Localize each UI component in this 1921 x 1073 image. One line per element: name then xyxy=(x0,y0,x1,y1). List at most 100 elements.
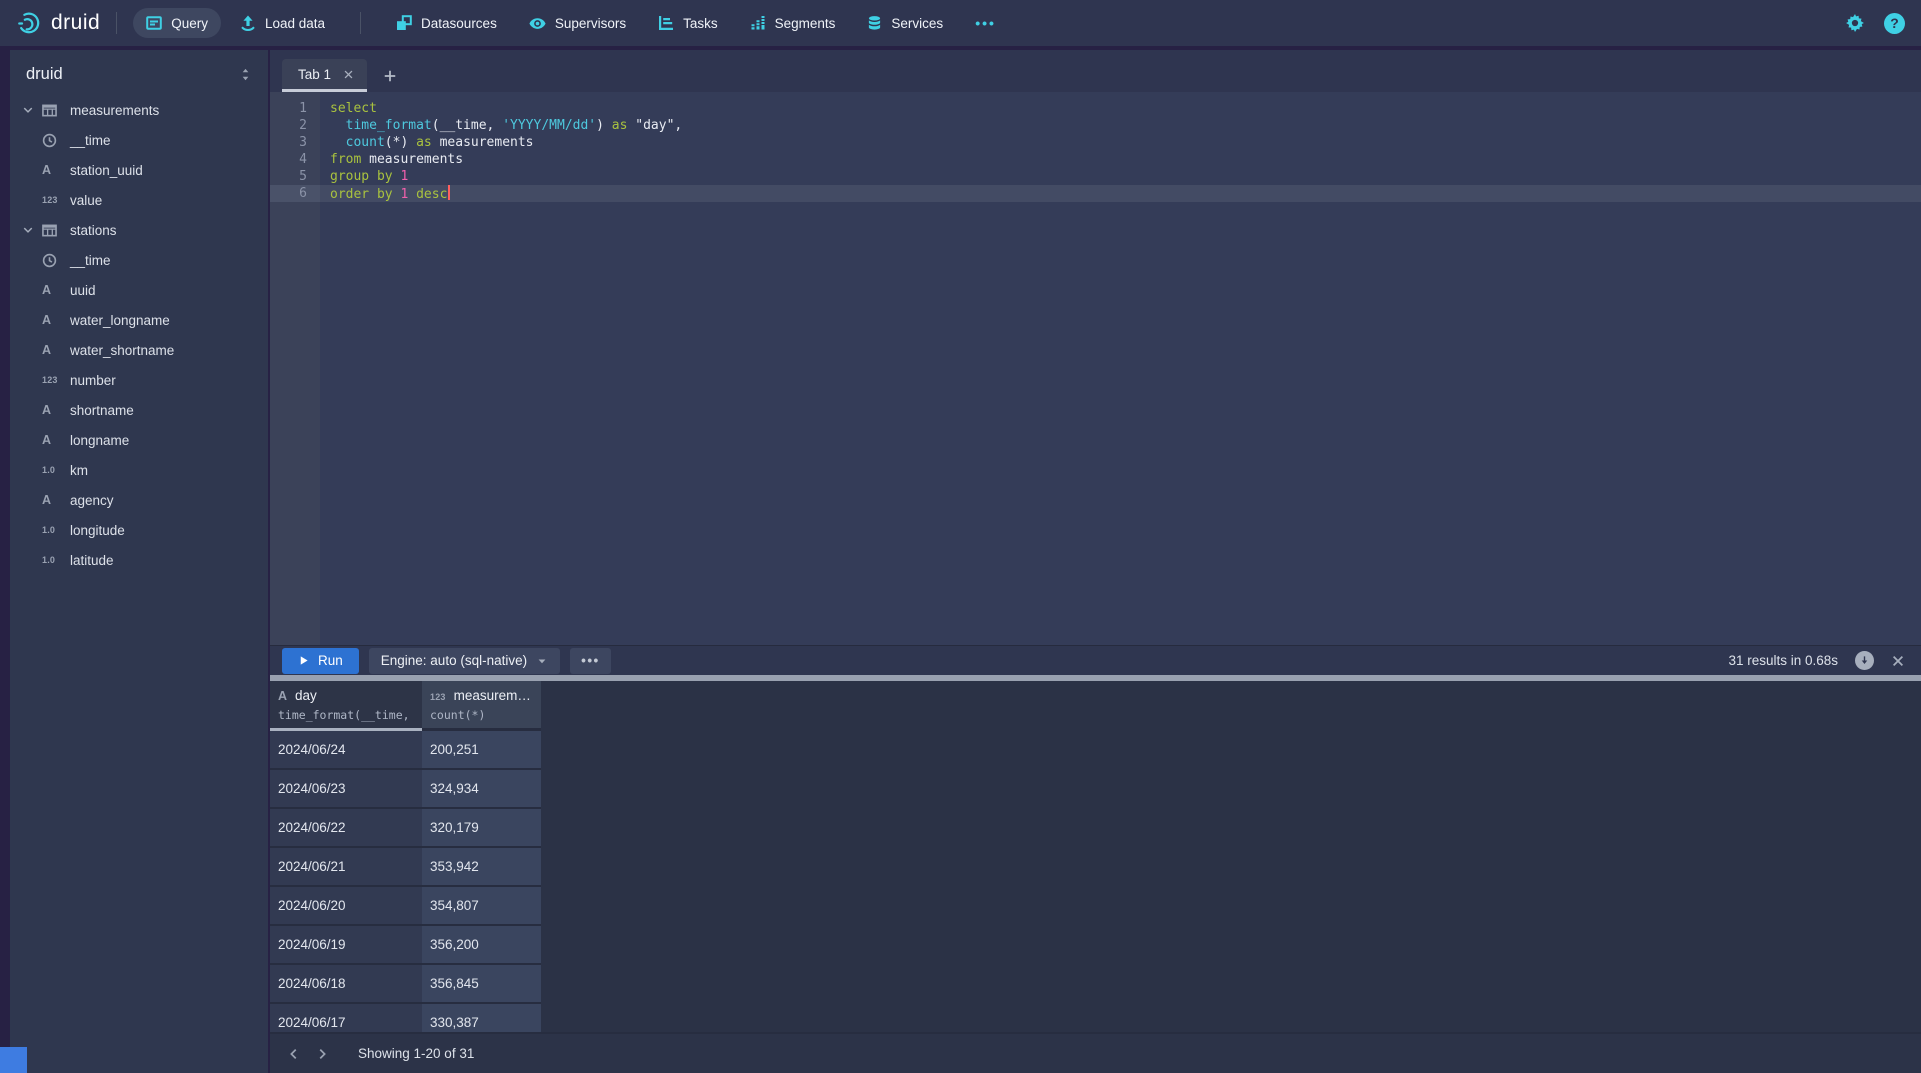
tab-close-icon[interactable] xyxy=(343,69,354,80)
query-more-button[interactable]: ••• xyxy=(570,648,611,674)
sidebar-column-station-uuid[interactable]: Astation_uuid xyxy=(10,155,268,185)
download-results-icon[interactable] xyxy=(1855,651,1874,670)
results-rows: 2024/06/24200,2512024/06/23324,9342024/0… xyxy=(270,731,1921,1032)
table-cell[interactable]: 2024/06/19 xyxy=(270,926,422,965)
sidebar-column--time[interactable]: __time xyxy=(10,125,268,155)
table-row[interactable]: 2024/06/21353,942 xyxy=(270,848,1921,887)
sidebar-column-km[interactable]: 1.0km xyxy=(10,455,268,485)
nav-right: ? xyxy=(1846,13,1905,34)
table-cell[interactable]: 2024/06/17 xyxy=(270,1004,422,1032)
code-line-4: 4from measurements xyxy=(270,151,1921,168)
table-row[interactable]: 2024/06/23324,934 xyxy=(270,770,1921,809)
table-cell[interactable]: 324,934 xyxy=(422,770,541,809)
tasks-icon xyxy=(658,15,674,31)
column-header-day[interactable]: Adaytime_format(__time, … xyxy=(270,681,422,731)
nav-item-datasources[interactable]: Datasources xyxy=(383,8,510,38)
druid-console: { "colors": { "accent": "#3FD0E4", "run_… xyxy=(0,0,1921,1073)
run-button[interactable]: Run xyxy=(282,648,359,674)
table-cell[interactable]: 2024/06/24 xyxy=(270,731,422,770)
table-cell[interactable]: 353,942 xyxy=(422,848,541,887)
code-line-1: 1select xyxy=(270,100,1921,117)
sidebar-column-agency[interactable]: Aagency xyxy=(10,485,268,515)
table-name: stations xyxy=(70,223,117,238)
table-row[interactable]: 2024/06/24200,251 xyxy=(270,731,1921,770)
table-cell[interactable]: 200,251 xyxy=(422,731,541,770)
sidebar-column-value[interactable]: 123value xyxy=(10,185,268,215)
nav-item-label: Tasks xyxy=(683,16,718,31)
line-number: 3 xyxy=(270,134,320,151)
code-line-5: 5group by 1 xyxy=(270,168,1921,185)
close-results-icon[interactable] xyxy=(1891,654,1905,668)
table-cell[interactable]: 356,845 xyxy=(422,965,541,1004)
string-type-icon: A xyxy=(42,493,62,507)
pagination-bar: Showing 1-20 of 31 xyxy=(270,1032,1921,1073)
string-type-icon: A xyxy=(42,343,62,357)
code-line-6: 6order by 1 desc xyxy=(270,185,1921,202)
table-cell[interactable]: 2024/06/23 xyxy=(270,770,422,809)
code-line-3: 3 count(*) as measurements xyxy=(270,134,1921,151)
nav-item-supervisors[interactable]: Supervisors xyxy=(516,8,639,39)
sidebar-column--time[interactable]: __time xyxy=(10,245,268,275)
sidebar-column-shortname[interactable]: Ashortname xyxy=(10,395,268,425)
nav-item-tasks[interactable]: Tasks xyxy=(645,8,731,38)
table-row[interactable]: 2024/06/20354,807 xyxy=(270,887,1921,926)
page-prev-chevron-icon[interactable] xyxy=(280,1040,308,1068)
nav-item-query[interactable]: Query xyxy=(133,8,221,38)
sidebar-column-water-longname[interactable]: Awater_longname xyxy=(10,305,268,335)
double-caret-vertical-icon[interactable] xyxy=(239,68,252,81)
table-row[interactable]: 2024/06/17330,387 xyxy=(270,1004,1921,1032)
nav-item-label: Segments xyxy=(775,16,836,31)
nav-item-load-data[interactable]: Load data xyxy=(227,8,338,38)
table-cell[interactable]: 2024/06/21 xyxy=(270,848,422,887)
table-cell[interactable]: 356,200 xyxy=(422,926,541,965)
sidebar-column-water-shortname[interactable]: Awater_shortname xyxy=(10,335,268,365)
sidebar-column-uuid[interactable]: Auuid xyxy=(10,275,268,305)
play-icon xyxy=(298,655,309,666)
nav-item-more[interactable]: ••• xyxy=(962,8,1009,38)
line-number: 5 xyxy=(270,168,320,185)
column-name: water_shortname xyxy=(70,343,174,358)
table-cell[interactable]: 2024/06/22 xyxy=(270,809,422,848)
column-header-measurem-[interactable]: 123measurem…count(*) xyxy=(422,681,541,731)
run-bar: Run Engine: auto (sql-native) ••• 31 res… xyxy=(270,645,1921,675)
nav-item-services[interactable]: Services xyxy=(854,8,956,38)
run-button-label: Run xyxy=(318,653,343,668)
column-name: uuid xyxy=(70,283,96,298)
table-row[interactable]: 2024/06/22320,179 xyxy=(270,809,1921,848)
druid-brand[interactable]: druid xyxy=(16,10,100,36)
sidebar-column-longitude[interactable]: 1.0longitude xyxy=(10,515,268,545)
nav-divider xyxy=(360,12,361,34)
sidebar-column-latitude[interactable]: 1.0latitude xyxy=(10,545,268,575)
sidebar-column-number[interactable]: 123number xyxy=(10,365,268,395)
sidebar-table-measurements[interactable]: measurements xyxy=(10,95,268,125)
table-row[interactable]: 2024/06/18356,845 xyxy=(270,965,1921,1004)
line-number: 1 xyxy=(270,100,320,117)
help-icon[interactable]: ? xyxy=(1884,13,1905,34)
query-status: 31 results in 0.68s xyxy=(1728,653,1838,668)
corner-toast[interactable] xyxy=(0,1047,27,1073)
time-icon xyxy=(42,133,62,148)
sidebar-column-longname[interactable]: Alongname xyxy=(10,425,268,455)
table-cell[interactable]: 320,179 xyxy=(422,809,541,848)
table-cell[interactable]: 2024/06/20 xyxy=(270,887,422,926)
column-name: longname xyxy=(70,433,129,448)
column-title-text: measurem… xyxy=(454,688,531,703)
table-cell[interactable]: 354,807 xyxy=(422,887,541,926)
table-row[interactable]: 2024/06/19356,200 xyxy=(270,926,1921,965)
sidebar-table-stations[interactable]: stations xyxy=(10,215,268,245)
results-table: Adaytime_format(__time, …123measurem…cou… xyxy=(270,681,1921,1032)
settings-gear-icon[interactable] xyxy=(1846,14,1864,32)
results-header: Adaytime_format(__time, …123measurem…cou… xyxy=(270,681,1921,731)
query-view: Tab 1 1select2 time_format(__time, 'YYYY… xyxy=(270,50,1921,1073)
engine-label: Engine: auto (sql-native) xyxy=(381,653,527,668)
column-name: value xyxy=(70,193,102,208)
nav-item-segments[interactable]: Segments xyxy=(737,8,849,38)
sql-editor[interactable]: 1select2 time_format(__time, 'YYYY/MM/dd… xyxy=(270,92,1921,645)
engine-select-button[interactable]: Engine: auto (sql-native) xyxy=(369,648,560,674)
page-next-chevron-icon[interactable] xyxy=(308,1040,336,1068)
table-cell[interactable]: 330,387 xyxy=(422,1004,541,1032)
datasources-icon xyxy=(396,15,412,31)
table-cell[interactable]: 2024/06/18 xyxy=(270,965,422,1004)
new-tab-plus-icon[interactable] xyxy=(383,69,397,83)
tab-query-1[interactable]: Tab 1 xyxy=(282,59,367,92)
